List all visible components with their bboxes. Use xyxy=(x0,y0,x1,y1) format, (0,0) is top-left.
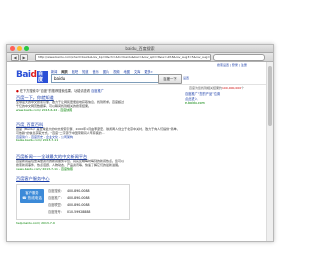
forward-button[interactable]: ▶ xyxy=(20,54,28,61)
result-url[interactable]: baike.baidu.com/ 2013-7-11 xyxy=(16,139,182,143)
hotline-row: 百度推广： 400-890-0088 xyxy=(48,195,90,200)
promo-line: ● 在下方搜索中“百度”的推荐搜索结果，功能请查看 百度推广 xyxy=(16,88,104,93)
search-button[interactable]: 百度一下 xyxy=(158,74,182,84)
aside-url: e.baidu.com xyxy=(185,101,205,106)
hotline-card: 客户服务 ☎ 热线电话 百度搜索： 400-890-0088 百度推广： 400-8… xyxy=(16,184,130,220)
logo-sub-text: 百度 xyxy=(37,71,48,83)
result-title[interactable]: 百度客户服务中心 xyxy=(16,176,182,182)
result-url[interactable]: www.baidu.com/ 2013-6-22 - 百度快照 xyxy=(16,108,182,113)
title-bar: baidu_百度搜索 xyxy=(7,45,273,53)
result-count-prefix: 百度为您找到相关结果约 xyxy=(189,86,223,90)
result-count-number: 100,000,000 xyxy=(222,86,242,90)
hotline-row: 百度联盟： 400-890-0088 xyxy=(48,202,90,207)
hotline-row: 百度账号： 010-59928888 xyxy=(48,209,90,214)
result-count-suffix: 个 xyxy=(241,86,245,90)
hotline-label: 百度账号： xyxy=(48,210,64,214)
back-button[interactable]: ◀ xyxy=(11,54,19,61)
result-count: 百度为您找到相关结果约100,000,000个 xyxy=(189,86,244,90)
page-content: 搜索设置 | 登录 | 注册 Baidu 百度 新闻网页贴吧知道音乐图片视频地图… xyxy=(7,62,273,241)
hotline-number: 010-59928888 xyxy=(66,210,91,214)
hotline-label: 百度搜索： xyxy=(48,189,64,193)
result-item: 百度新闻——全球最大的中文新闻平台 百度新闻是包含海量资讯的新闻服务平台，真实反… xyxy=(16,154,182,171)
hotline-badge: 客户服务 ☎ 热线电话 xyxy=(20,189,44,203)
result-url[interactable]: help.baidu.com/ 2013-7-9 xyxy=(16,221,55,225)
hotline-label: 百度推广： xyxy=(48,196,64,200)
hotline-number: 400-890-0088 xyxy=(66,196,90,200)
hotline-number: 400-890-0088 xyxy=(66,203,90,207)
header-divider xyxy=(7,84,273,85)
window-title: baidu_百度搜索 xyxy=(125,46,155,51)
baidu-logo[interactable]: Baidu 百度 xyxy=(16,69,48,83)
browser-window: baidu_百度搜索 ◀ ▶ http://www.baidu.com/s?wd… xyxy=(6,44,274,242)
result-url[interactable]: news.baidu.com/ 2013-7-11 - 百度快照 xyxy=(16,167,182,172)
scrollbar-thumb[interactable] xyxy=(268,66,272,126)
promo-text: 在下方搜索中“百度”的推荐搜索结果，功能请查看 xyxy=(19,89,91,93)
logo-text-blue: Bai xyxy=(16,70,31,80)
settings-link[interactable]: 设置 xyxy=(183,76,189,80)
promo-link[interactable]: 百度推广 xyxy=(91,89,104,93)
right-sidebar: 百度推广“您的产品”位置 点此进入 e.baidu.com xyxy=(185,92,269,106)
account-links[interactable]: 搜索设置 | 登录 | 注册 xyxy=(217,63,247,67)
hotline-label: 百度联盟： xyxy=(48,203,64,207)
result-item: 百度_百度百科 百度（Baidu）是全球最大的中文搜索引擎、2000年1月由李彦… xyxy=(16,122,182,143)
vertical-scrollbar[interactable] xyxy=(266,62,273,241)
address-bar[interactable]: http://www.baidu.com/s?wd=baidu&rsv_bp=0… xyxy=(35,54,211,61)
result-item: 百度一下，你就知道 全球最大的中文搜索引擎、致力于让网民更便捷地获取信息，找到所… xyxy=(16,95,182,112)
browser-search-field[interactable] xyxy=(213,54,265,61)
result-item: 百度客户服务中心 xyxy=(16,176,182,182)
hotline-number: 400-890-0088 xyxy=(66,189,90,193)
search-input[interactable]: baidu xyxy=(51,74,159,83)
hotline-badge-phone: ☎ 热线电话 xyxy=(22,196,42,200)
hotline-row: 百度搜索： 400-890-0088 xyxy=(48,188,90,193)
promo-dot-icon: ● xyxy=(16,89,19,93)
browser-toolbar: ◀ ▶ http://www.baidu.com/s?wd=baidu&rsv_… xyxy=(7,53,273,62)
